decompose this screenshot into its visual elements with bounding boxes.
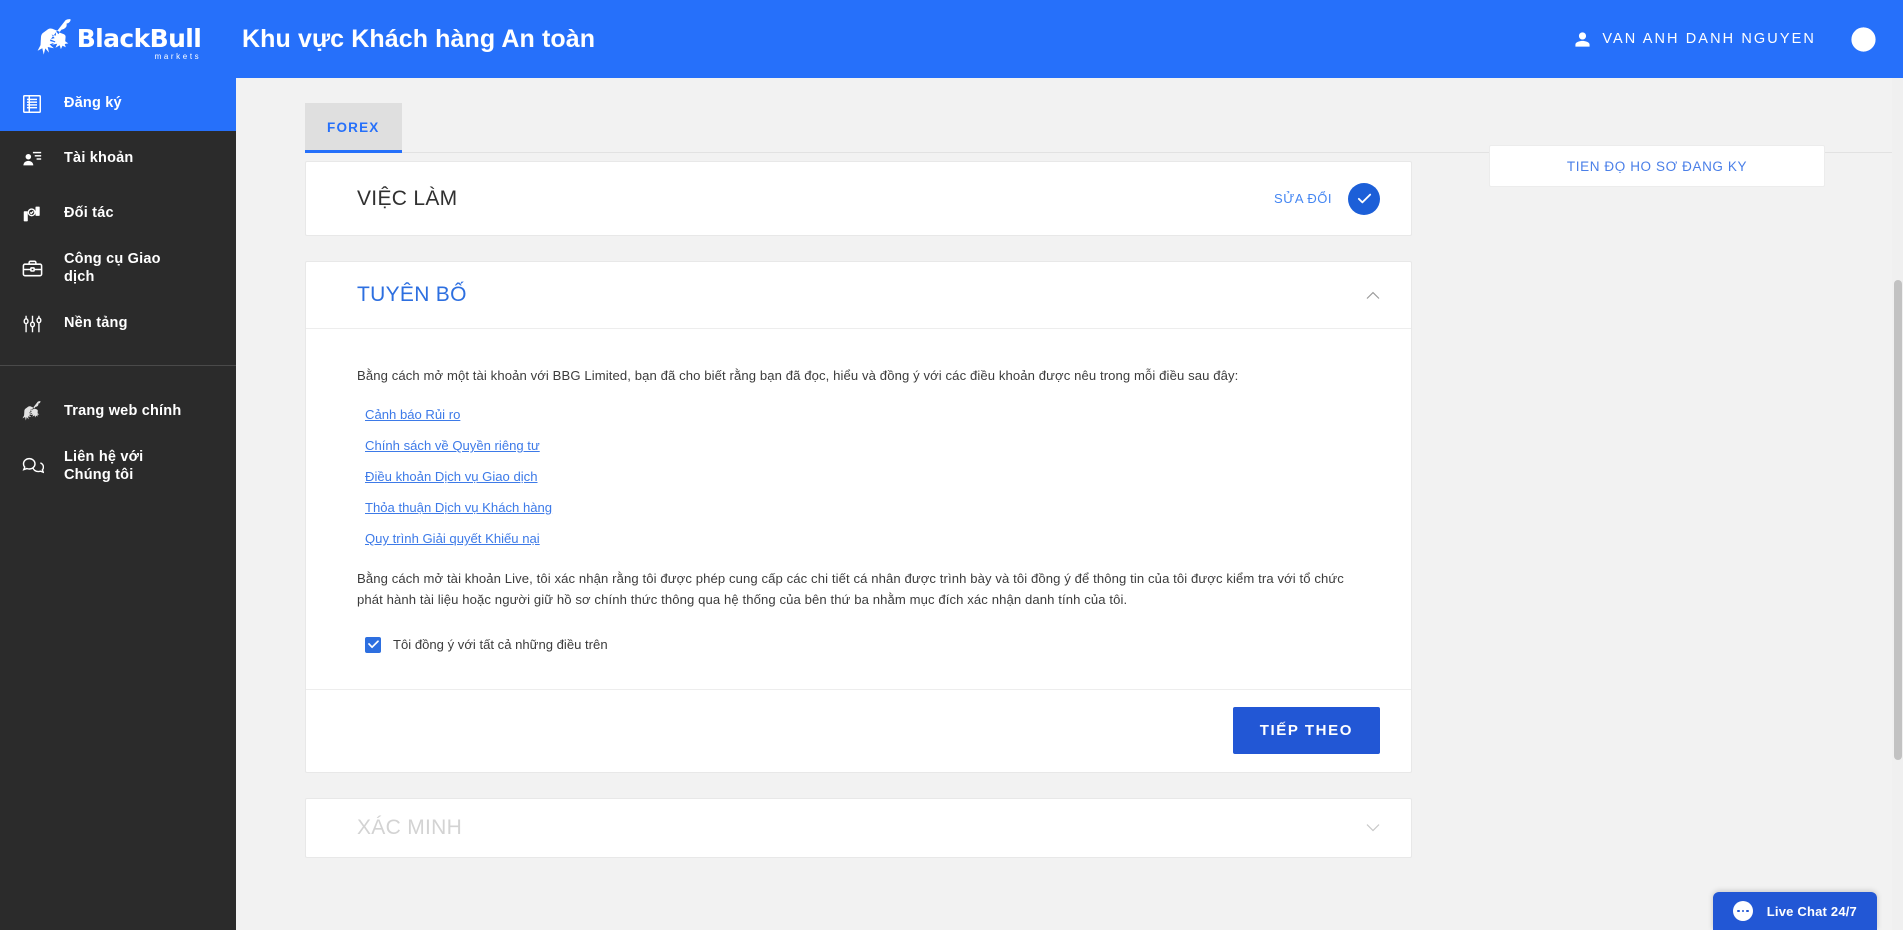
verification-title: XÁC MINH bbox=[357, 816, 462, 840]
sidebar-nav: Đăng ký Tài khoản bbox=[0, 70, 236, 930]
sidebar-item-dang-ky[interactable]: Đăng ký bbox=[0, 76, 236, 131]
registration-progress-panel: TIEN ĐỌ HO SƠ ĐANG KY bbox=[1489, 145, 1825, 187]
registration-progress-title: TIEN ĐỌ HO SƠ ĐANG KY bbox=[1567, 159, 1747, 174]
link-risk-warning[interactable]: Cảnh báo Rủi ro bbox=[365, 407, 460, 422]
link-trading-terms[interactable]: Điều khoản Dịch vụ Giao dịch bbox=[365, 469, 538, 484]
declaration-accordion-header[interactable]: TUYÊN BỐ bbox=[306, 262, 1411, 328]
employment-title: VIỆC LÀM bbox=[357, 187, 457, 211]
list-item: Quy trình Giải quyết Khiếu nại bbox=[365, 530, 1371, 548]
declaration-body: Bằng cách mở một tài khoản với BBG Limit… bbox=[306, 329, 1411, 689]
partners-icon bbox=[0, 203, 64, 225]
app-header: BlackBull markets Khu vực Khách hàng An … bbox=[0, 0, 1903, 78]
chevron-up-icon[interactable] bbox=[1366, 288, 1380, 303]
sidebar-item-tai-khoan[interactable]: Tài khoản bbox=[0, 131, 236, 186]
declaration-title: TUYÊN BỐ bbox=[357, 283, 467, 307]
sidebar-item-label: Liên hệ với Chúng tôi bbox=[64, 449, 214, 483]
sidebar-item-label: Công cụ Giao dịch bbox=[64, 251, 214, 285]
user-menu[interactable]: VAN ANH DANH NGUYEN bbox=[1574, 31, 1816, 48]
user-list-icon bbox=[0, 148, 64, 170]
chat-dots-icon bbox=[1733, 901, 1753, 921]
document-list-icon bbox=[0, 93, 64, 115]
brand-logo[interactable]: BlackBull markets bbox=[0, 0, 236, 78]
chat-icon bbox=[0, 455, 64, 478]
declaration-links-list: Cảnh báo Rủi ro Chính sách về Quyền riên… bbox=[365, 406, 1371, 548]
declaration-section-card: TUYÊN BỐ Bằng cách mở một tài khoản với … bbox=[305, 261, 1412, 773]
declaration-footer: TIẾP THEO bbox=[306, 689, 1411, 772]
page-title: Khu vực Khách hàng An toàn bbox=[242, 25, 595, 54]
sidebar-item-label: Đối tác bbox=[64, 205, 138, 222]
list-item: Chính sách về Quyền riêng tư bbox=[365, 437, 1371, 455]
bull-logo-icon bbox=[35, 17, 75, 61]
page-scrollbar-thumb[interactable] bbox=[1894, 280, 1902, 760]
sidebar-item-doi-tac[interactable]: Đối tác bbox=[0, 186, 236, 241]
sidebar-item-nen-tang[interactable]: Nền tảng bbox=[0, 296, 236, 351]
employment-section-card[interactable]: VIỆC LÀM SỬA ĐỔI bbox=[305, 161, 1412, 236]
sliders-icon bbox=[0, 313, 64, 335]
tab-forex[interactable]: FOREX bbox=[305, 103, 402, 153]
globe-icon[interactable] bbox=[1850, 26, 1877, 53]
bull-icon bbox=[0, 400, 64, 424]
verification-section-card[interactable]: XÁC MINH bbox=[305, 798, 1412, 858]
live-chat-widget[interactable]: Live Chat 24/7 bbox=[1713, 892, 1877, 930]
list-item: Thỏa thuận Dịch vụ Khách hàng bbox=[365, 499, 1371, 517]
agree-row: Tôi đồng ý với tất cả những điều trên bbox=[365, 637, 1371, 653]
agree-checkbox-label: Tôi đồng ý với tất cả những điều trên bbox=[393, 637, 608, 652]
sidebar-item-label: Nền tảng bbox=[64, 315, 152, 332]
user-name: VAN ANH DANH NGUYEN bbox=[1602, 31, 1816, 47]
sidebar-item-trang-web-chinh[interactable]: Trang web chính bbox=[0, 384, 236, 439]
check-circle-icon bbox=[1348, 183, 1380, 215]
declaration-consent-paragraph: Bằng cách mở tài khoản Live, tôi xác nhậ… bbox=[357, 568, 1367, 610]
sidebar-item-cong-cu-giao-dich[interactable]: Công cụ Giao dịch bbox=[0, 241, 236, 296]
employment-actions: SỬA ĐỔI bbox=[1274, 183, 1380, 215]
sidebar-item-label: Trang web chính bbox=[64, 403, 205, 420]
user-icon bbox=[1574, 31, 1591, 48]
header-right-group: VAN ANH DANH NGUYEN bbox=[1574, 26, 1903, 53]
sidebar-item-label: Đăng ký bbox=[64, 95, 146, 112]
live-chat-label: Live Chat 24/7 bbox=[1767, 904, 1857, 919]
declaration-intro-paragraph: Bằng cách mở một tài khoản với BBG Limit… bbox=[357, 365, 1371, 386]
list-item: Điều khoản Dịch vụ Giao dịch bbox=[365, 468, 1371, 486]
agree-checkbox[interactable] bbox=[365, 637, 381, 653]
logo-name: BlackBull bbox=[77, 26, 202, 51]
next-button[interactable]: TIẾP THEO bbox=[1233, 707, 1380, 754]
link-privacy-policy[interactable]: Chính sách về Quyền riêng tư bbox=[365, 438, 540, 453]
sidebar-item-lien-he[interactable]: Liên hệ với Chúng tôi bbox=[0, 439, 236, 494]
main-content: FOREX VIỆC LÀM SỬA ĐỔI TUYÊN BỐ Bằn bbox=[236, 78, 1903, 930]
chevron-down-icon[interactable] bbox=[1366, 820, 1380, 835]
link-client-service-agreement[interactable]: Thỏa thuận Dịch vụ Khách hàng bbox=[365, 500, 552, 515]
edit-button[interactable]: SỬA ĐỔI bbox=[1274, 191, 1332, 206]
sidebar-item-label: Tài khoản bbox=[64, 150, 157, 167]
logo-subtitle: markets bbox=[155, 53, 202, 61]
list-item: Cảnh báo Rủi ro bbox=[365, 406, 1371, 424]
sidebar-divider bbox=[0, 365, 236, 366]
link-complaints-procedure[interactable]: Quy trình Giải quyết Khiếu nại bbox=[365, 531, 540, 546]
briefcase-icon bbox=[0, 257, 64, 280]
